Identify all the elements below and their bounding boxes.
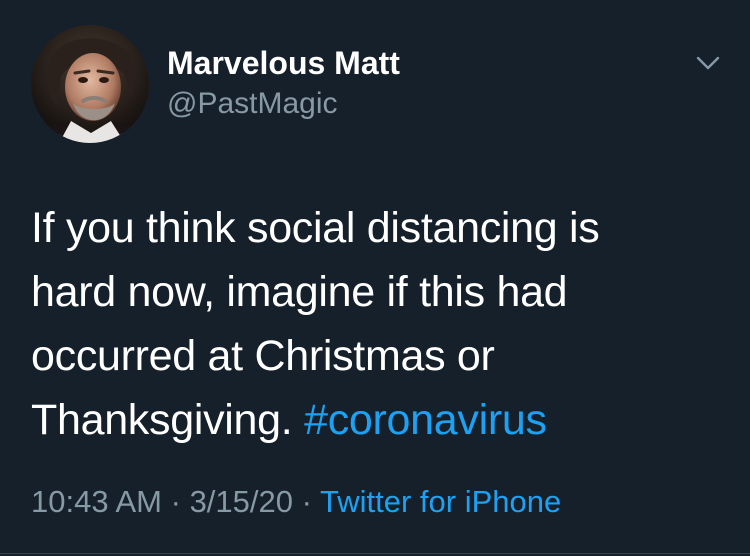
tweet-text-last-line: Thanksgiving. #coronavirus	[31, 388, 731, 452]
tweet-text-line: hard now, imagine if this had	[31, 268, 568, 316]
tweet-time[interactable]: 10:43 AM	[31, 484, 162, 519]
tweet-source-link[interactable]: Twitter for iPhone	[320, 484, 561, 519]
meta-separator: ·	[301, 484, 312, 519]
tweet-menu-button[interactable]	[690, 48, 726, 78]
author-handle[interactable]: @PastMagic	[167, 86, 338, 122]
bottom-divider	[0, 553, 750, 554]
tweet-metadata: 10:43 AM · 3/15/20 · Twitter for iPhone	[31, 482, 561, 522]
tweet-text-line: occurred at Christmas or	[31, 332, 495, 380]
tweet-text-line: If you think social distancing is	[31, 204, 600, 252]
tweet-text-line: Thanksgiving.	[31, 396, 293, 444]
avatar-photo	[31, 25, 149, 143]
tweet-card: Marvelous Matt @PastMagic If you think s…	[0, 0, 750, 556]
author-display-name[interactable]: Marvelous Matt	[167, 44, 400, 82]
tweet-date[interactable]: 3/15/20	[190, 484, 293, 519]
author-avatar[interactable]	[31, 25, 149, 143]
hashtag-link[interactable]: #coronavirus	[304, 396, 547, 444]
chevron-down-icon	[696, 56, 720, 70]
meta-separator: ·	[170, 484, 181, 519]
tweet-text: If you think social distancing is hard n…	[31, 196, 731, 452]
